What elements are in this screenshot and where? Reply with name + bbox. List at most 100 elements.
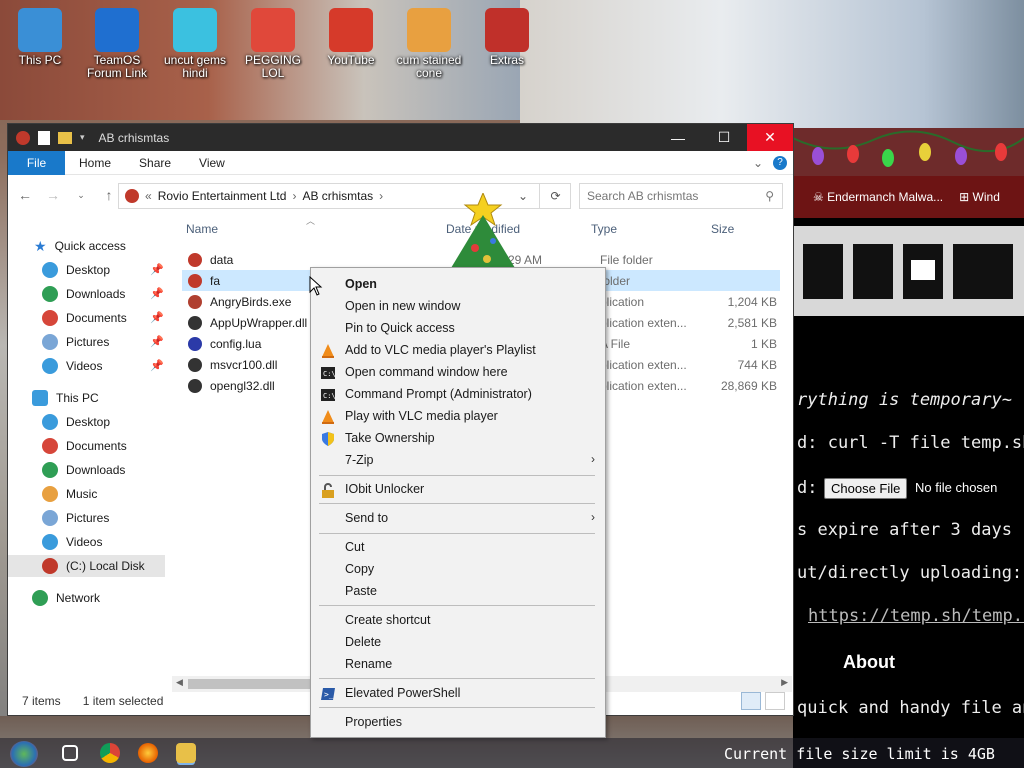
- christmas-lights-banner: [793, 128, 1024, 176]
- details-view-button[interactable]: [741, 692, 761, 710]
- choose-file-button[interactable]: Choose File: [824, 478, 908, 499]
- search-input[interactable]: Search AB crhismtas ⚲: [579, 183, 783, 209]
- file-explorer-taskbar-icon[interactable]: [176, 743, 196, 763]
- nav-pc-pictures[interactable]: Pictures: [42, 507, 109, 529]
- nav-pc-downloads[interactable]: Downloads: [42, 459, 125, 481]
- desktop-icon[interactable]: This PC: [2, 2, 78, 67]
- menu-properties[interactable]: Properties: [345, 711, 402, 733]
- scroll-right-icon[interactable]: ▶: [781, 677, 788, 688]
- menu-command-prompt-admin[interactable]: Command Prompt (Administrator): [345, 383, 532, 405]
- menu-7zip[interactable]: 7-Zip: [345, 449, 373, 471]
- menu-iobit-unlocker[interactable]: IObit Unlocker: [345, 478, 424, 500]
- large-icons-view-button[interactable]: [765, 692, 785, 710]
- back-arrow-icon[interactable]: ←: [14, 187, 36, 203]
- refresh-button[interactable]: ⟳: [539, 183, 571, 209]
- nav-quick-documents[interactable]: Documents: [42, 307, 127, 329]
- menu-create-shortcut[interactable]: Create shortcut: [345, 609, 430, 631]
- menu-open[interactable]: Open: [345, 273, 377, 295]
- nav-quick-videos[interactable]: Videos: [42, 355, 102, 377]
- close-button[interactable]: ✕: [747, 124, 793, 151]
- temp-sh-link[interactable]: https://temp.sh/temp.s: [808, 606, 1024, 626]
- menu-separator: [319, 605, 595, 606]
- minimize-button[interactable]: —: [655, 124, 701, 151]
- bookmark-windows[interactable]: ⊞ Wind: [959, 190, 1000, 204]
- desktop-icon[interactable]: cum stained cone: [391, 2, 467, 80]
- tab-share[interactable]: Share: [125, 156, 185, 170]
- file-size: 2,581 KB: [727, 316, 777, 330]
- desktop-shortcut-icon: [95, 8, 139, 52]
- nav-pc-music[interactable]: Music: [42, 483, 97, 505]
- pin-icon[interactable]: 📌: [150, 359, 164, 372]
- recent-locations-icon[interactable]: ⌄: [70, 190, 92, 201]
- nav-pc-local-disk[interactable]: (C:) Local Disk: [8, 555, 165, 577]
- up-arrow-icon[interactable]: ↑: [98, 187, 120, 203]
- breadcrumb-ab-crhismtas[interactable]: AB crhismtas: [302, 189, 373, 203]
- overflow-chevron-icon[interactable]: «: [145, 189, 152, 203]
- nav-pc-documents[interactable]: Documents: [42, 435, 127, 457]
- menu-delete[interactable]: Delete: [345, 631, 381, 653]
- breadcrumb-chevron-icon[interactable]: ›: [379, 189, 383, 203]
- chrome-icon[interactable]: [100, 743, 120, 763]
- pin-icon[interactable]: 📌: [150, 263, 164, 276]
- new-folder-quick-icon[interactable]: [58, 131, 72, 144]
- nav-quick-access[interactable]: ★ Quick access: [34, 235, 126, 257]
- pin-icon[interactable]: 📌: [150, 311, 164, 324]
- column-size[interactable]: Size: [711, 222, 734, 242]
- curl-instruction: d: curl -T file temp.sh: [797, 433, 1024, 453]
- menu-vlc-playlist[interactable]: Add to VLC media player's Playlist: [345, 339, 536, 361]
- pin-icon[interactable]: 📌: [150, 335, 164, 348]
- column-type[interactable]: Type: [591, 222, 617, 242]
- file-name: AppUpWrapper.dll: [210, 315, 308, 330]
- menu-cut[interactable]: Cut: [345, 536, 364, 558]
- desktop-icon[interactable]: TeamOS Forum Link: [79, 2, 155, 80]
- menu-command-window[interactable]: Open command window here: [345, 361, 508, 383]
- nav-quick-downloads[interactable]: Downloads: [42, 283, 125, 305]
- nav-this-pc[interactable]: This PC: [32, 387, 99, 409]
- desktop-icon[interactable]: YouTube: [313, 2, 389, 67]
- expand-ribbon-icon[interactable]: ⌄: [753, 156, 763, 170]
- tab-file[interactable]: File: [8, 150, 65, 175]
- tab-view[interactable]: View: [185, 156, 239, 170]
- nav-quick-pictures[interactable]: Pictures: [42, 331, 109, 353]
- nav-quick-desktop[interactable]: Desktop: [42, 259, 110, 281]
- forward-arrow-icon[interactable]: →: [42, 187, 64, 203]
- maximize-button[interactable]: ☐: [701, 124, 747, 151]
- shield-icon: [322, 432, 334, 446]
- pin-icon[interactable]: 📌: [150, 287, 164, 300]
- menu-send-to[interactable]: Send to: [345, 507, 388, 529]
- breadcrumb-rovio[interactable]: Rovio Entertainment Ltd: [158, 189, 287, 203]
- nav-pc-desktop[interactable]: Desktop: [42, 411, 110, 433]
- menu-pin-quick-access[interactable]: Pin to Quick access: [345, 317, 455, 339]
- menu-vlc-play[interactable]: Play with VLC media player: [345, 405, 498, 427]
- desktop-icon[interactable]: uncut gems hindi: [157, 2, 233, 80]
- menu-copy[interactable]: Copy: [345, 558, 374, 580]
- nav-label: Videos: [66, 359, 103, 373]
- menu-rename[interactable]: Rename: [345, 653, 392, 675]
- bookmark-endermanch[interactable]: ☠ Endermanch Malwa...: [813, 190, 943, 204]
- nav-network[interactable]: Network: [32, 587, 100, 609]
- desktop-icon[interactable]: Extras: [469, 2, 545, 67]
- title-bar[interactable]: ▾ AB crhismtas — ☐ ✕: [8, 124, 793, 151]
- breadcrumb-chevron-icon[interactable]: ›: [292, 189, 296, 203]
- start-button[interactable]: [10, 741, 38, 767]
- desktop-icon[interactable]: PEGGING LOL: [235, 2, 311, 80]
- tab-home[interactable]: Home: [65, 156, 125, 170]
- firefox-icon[interactable]: [138, 743, 158, 763]
- scroll-left-icon[interactable]: ◀: [176, 677, 183, 688]
- help-icon[interactable]: ?: [773, 155, 787, 170]
- context-menu: Open Open in new window Pin to Quick acc…: [310, 267, 606, 738]
- column-name[interactable]: Name: [186, 222, 218, 242]
- menu-elevated-powershell[interactable]: Elevated PowerShell: [345, 682, 460, 704]
- customize-quick-access-icon[interactable]: ▾: [80, 132, 85, 143]
- christmas-tree-decoration: [435, 191, 535, 271]
- nav-pc-videos[interactable]: Videos: [42, 531, 102, 553]
- app-icon[interactable]: [16, 130, 30, 145]
- task-view-icon[interactable]: [62, 745, 78, 761]
- menu-paste[interactable]: Paste: [345, 580, 377, 602]
- menu-open-new-window[interactable]: Open in new window: [345, 295, 460, 317]
- tagline: rything is temporary~: [797, 390, 1012, 410]
- menu-take-ownership[interactable]: Take Ownership: [345, 427, 435, 449]
- file-icon: [188, 294, 202, 309]
- properties-quick-icon[interactable]: [38, 130, 50, 145]
- desktop-icon-label: cum stained cone: [396, 53, 462, 80]
